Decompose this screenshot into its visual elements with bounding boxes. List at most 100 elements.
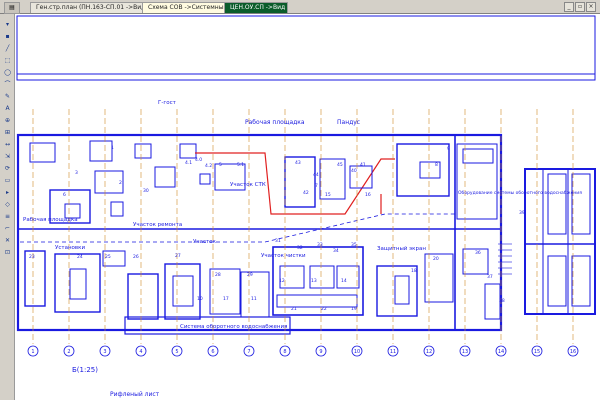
equipment-number: 24: [77, 254, 83, 260]
equipment-number: 43: [295, 160, 301, 166]
tool-button[interactable]: ▪: [2, 32, 13, 41]
equipment-number: 21: [291, 306, 297, 312]
grid-bubble-label: 13: [462, 349, 468, 355]
grid-bubble-label: 14: [498, 349, 504, 355]
equipment-number: 3: [75, 170, 78, 176]
tool-button[interactable]: ⟳: [2, 164, 13, 173]
equipment-number: 40: [351, 168, 357, 174]
buffer-label: Установки: [55, 245, 85, 251]
document-icon[interactable]: ▤: [4, 2, 20, 14]
machining-label: Участок чистки: [261, 253, 306, 259]
equipment-number: 2: [119, 180, 122, 186]
equipment-number: 18: [411, 268, 417, 274]
spare-label: Защитный экран: [377, 245, 426, 252]
equipment-number: 38: [499, 298, 505, 304]
equipment-number: 15: [325, 192, 331, 198]
equipment-number: 16: [365, 192, 371, 198]
grid-bubble-label: 11: [390, 349, 396, 355]
equipment-number: 10: [197, 296, 203, 302]
tool-button[interactable]: ⬚: [2, 56, 13, 65]
equipment-number: 12: [279, 278, 285, 284]
tool-button[interactable]: A: [2, 104, 13, 113]
equipment-number: 25: [105, 254, 111, 260]
sheet-frame-top: [16, 15, 596, 81]
tool-button[interactable]: ⊡: [2, 248, 13, 257]
equipment-number: 6: [63, 192, 66, 198]
equipment-number: 30: [143, 188, 149, 194]
equipment-number: 27: [175, 253, 181, 259]
tool-button[interactable]: ≡: [2, 212, 13, 221]
equipment-number: 4.0: [195, 157, 202, 163]
top-label: Г-гост: [158, 100, 177, 106]
tool-button[interactable]: ◯: [2, 68, 13, 77]
equipment-number: 35: [351, 242, 357, 248]
tool-button[interactable]: ⌒: [2, 80, 13, 89]
grid-bubble-label: 16: [570, 349, 576, 355]
minimize-button[interactable]: _: [564, 2, 574, 12]
grid-bubble-label: 8: [283, 349, 286, 355]
equipment-number: 20: [433, 256, 439, 262]
equipment-number: 5.1: [237, 162, 244, 168]
tab-general-plan[interactable]: Ген.стр.план (ПН.163-СП.01 ->Вид 1: [30, 2, 146, 13]
tab-bar: ▤ Ген.стр.план (ПН.163-СП.01 ->Вид 1 Схе…: [0, 0, 600, 14]
equipment-number: 13: [311, 278, 317, 284]
grid-bubble-label: 3: [103, 349, 106, 355]
drawing-canvas[interactable]: 1 2 3 4 5 6 7 8 9 10 11 12 13 14 15 16 4.1 4.0 4.2 5 5.1 43 4…: [15, 14, 600, 400]
grid-bubble-label: 1: [31, 349, 34, 355]
equipment-number: 31: [275, 238, 281, 244]
tool-button[interactable]: ╱: [2, 44, 13, 53]
equipment-number: 7: [315, 183, 318, 189]
equipment-number: 32: [297, 245, 303, 251]
equipment-number: 4.1: [185, 160, 192, 166]
equipment-number: 11: [251, 296, 257, 302]
equipment-number: 22: [321, 306, 327, 312]
equipment-number: 42: [303, 190, 309, 196]
tool-button[interactable]: ✕: [2, 236, 13, 245]
equipment-number: 36: [475, 250, 481, 256]
bridge-label: Пандус: [337, 119, 360, 126]
grid-bubble-label: 6: [211, 349, 214, 355]
footer-label: Рифленый лист: [110, 391, 160, 398]
grid-bubble-label: 4: [139, 349, 142, 355]
equipment-number: 26: [133, 254, 139, 260]
tool-button[interactable]: ⊕: [2, 116, 13, 125]
equipment-label: Оборудование системы оборотного водоснаб…: [458, 190, 582, 196]
restore-button[interactable]: ▫: [575, 2, 585, 12]
grid-bubble-label: 7: [247, 349, 250, 355]
tab-sov-scheme[interactable]: Схема СОВ ->Системный вид: [142, 2, 230, 13]
building-outline: [16, 133, 503, 332]
equipment-number: 44: [313, 172, 319, 178]
equipment-number: 28: [215, 272, 221, 278]
equipment-number: 33: [317, 242, 323, 248]
equipment-number: 8: [435, 162, 438, 168]
tool-button[interactable]: ▾: [2, 20, 13, 29]
production-label: Участок СТК: [230, 182, 266, 188]
equipment-number: 39: [519, 210, 525, 216]
tool-button[interactable]: ✎: [2, 92, 13, 101]
tool-button[interactable]: ↔: [2, 140, 13, 149]
grid-bubble-label: 5: [175, 349, 178, 355]
equipment-number: 4.2: [205, 163, 212, 169]
grid-bubble-label: 9: [319, 349, 322, 355]
equipment-number: 14: [341, 278, 347, 284]
close-button[interactable]: ×: [586, 2, 596, 12]
storage-label: Участок ремонта: [133, 222, 182, 228]
equipment-number: 45: [337, 162, 343, 168]
grid-bubble-label: 15: [534, 349, 540, 355]
tool-button[interactable]: ▸: [2, 188, 13, 197]
tool-button[interactable]: ▭: [2, 176, 13, 185]
tool-button[interactable]: ◇: [2, 200, 13, 209]
grid-bubble-label: 10: [354, 349, 360, 355]
equipment-number: 9: [447, 146, 450, 152]
tool-button[interactable]: ⌐: [2, 224, 13, 233]
equipment-number: 19: [351, 306, 357, 312]
cooling-label: Система оборотного водоснабжения: [180, 324, 287, 330]
equipment-number: 5: [219, 162, 222, 168]
equipment-number: 29: [247, 272, 253, 278]
equipment-number: 1: [111, 145, 114, 151]
tab-main-view[interactable]: ЦЕН.ОУ.СП ->Вид 1: [224, 2, 288, 13]
tool-button[interactable]: ⊞: [2, 128, 13, 137]
grid-bubble-label: 2: [67, 349, 70, 355]
tool-button[interactable]: ⇲: [2, 152, 13, 161]
equipment-number: 17: [223, 296, 229, 302]
